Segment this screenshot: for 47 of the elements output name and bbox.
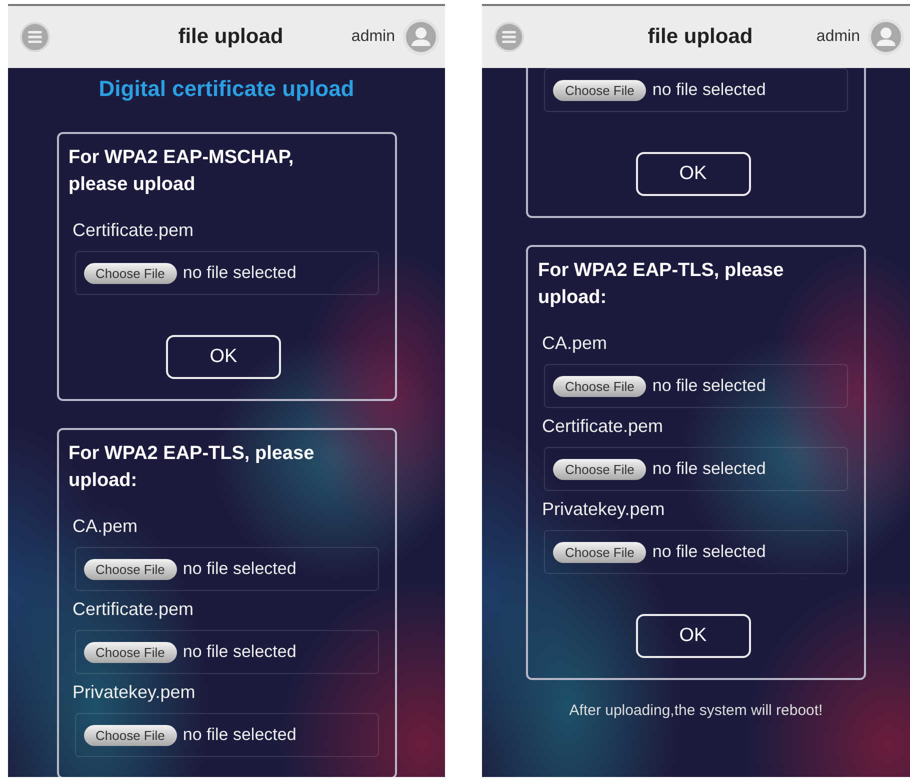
page-title: file upload <box>646 25 754 49</box>
avatar-icon[interactable] <box>403 19 439 55</box>
file-input[interactable]: Choose File no file selected <box>544 68 848 112</box>
choose-file-button[interactable]: Choose File <box>553 80 646 100</box>
card-title: For WPA2 EAP-MSCHAP, please upload <box>68 146 295 197</box>
choose-file-button[interactable]: Choose File <box>553 376 646 396</box>
file-status: no file selected <box>652 459 766 479</box>
file-status: no file selected <box>182 642 296 662</box>
file-input[interactable]: Choose File no file selected <box>74 713 378 757</box>
file-input[interactable]: Choose File no file selected <box>544 530 848 574</box>
file-label: CA.pem <box>542 333 608 354</box>
file-label: CA.pem <box>72 516 139 537</box>
file-input[interactable]: Choose File no file selected <box>74 251 378 295</box>
menu-icon[interactable] <box>494 22 524 52</box>
choose-file-button[interactable]: Choose File <box>84 642 177 662</box>
file-status: no file selected <box>182 559 296 579</box>
file-label: Certificate.pem <box>72 599 195 620</box>
user-name: admin <box>351 28 395 46</box>
section-heading: Digital certificate upload <box>98 76 354 102</box>
ok-button[interactable]: OK <box>636 152 750 196</box>
page-title: file upload <box>177 25 284 49</box>
file-status: no file selected <box>652 80 766 100</box>
avatar-icon[interactable] <box>868 19 904 55</box>
file-input[interactable]: Choose File no file selected <box>544 447 848 491</box>
file-label: Privatekey.pem <box>72 682 196 703</box>
ok-button[interactable]: OK <box>636 614 750 658</box>
choose-file-button[interactable]: Choose File <box>553 542 646 562</box>
choose-file-button[interactable]: Choose File <box>84 558 177 580</box>
file-status: no file selected <box>182 263 296 283</box>
file-status: no file selected <box>652 376 766 396</box>
file-status: no file selected <box>652 542 766 562</box>
choose-file-button[interactable]: Choose File <box>84 724 177 746</box>
file-input[interactable]: Choose File no file selected <box>74 630 378 674</box>
file-status: no file selected <box>182 725 296 745</box>
file-label: Certificate.pem <box>72 220 195 241</box>
card-title: For WPA2 EAP-TLS, please upload: <box>538 259 785 310</box>
reboot-note: After uploading,the system will reboot! <box>569 702 823 719</box>
choose-file-button[interactable]: Choose File <box>553 458 646 480</box>
ok-button[interactable]: OK <box>166 335 281 379</box>
file-input[interactable]: Choose File no file selected <box>544 364 848 408</box>
user-name: admin <box>816 28 860 46</box>
file-label: Certificate.pem <box>542 416 664 437</box>
choose-file-button[interactable]: Choose File <box>84 262 177 284</box>
file-input[interactable]: Choose File no file selected <box>74 547 378 591</box>
card-title: For WPA2 EAP-TLS, please upload: <box>68 442 316 493</box>
file-label: Privatekey.pem <box>542 499 666 520</box>
menu-icon[interactable] <box>20 22 50 52</box>
